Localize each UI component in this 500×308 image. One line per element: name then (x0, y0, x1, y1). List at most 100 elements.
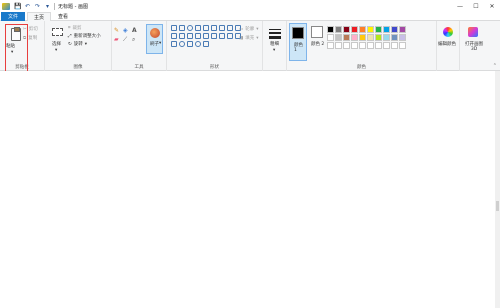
star5-shape-icon[interactable] (227, 33, 233, 39)
size-button[interactable]: 粗细 ▾ (265, 23, 285, 57)
chevron-down-icon: ▾ (159, 41, 162, 46)
palette-swatch[interactable] (343, 34, 350, 41)
palette-swatch[interactable] (359, 34, 366, 41)
palette-swatch[interactable] (391, 42, 398, 49)
palette-swatch[interactable] (327, 42, 334, 49)
polygon-shape-icon[interactable] (211, 25, 217, 31)
palette-swatch[interactable] (335, 34, 342, 41)
palette-swatch[interactable] (399, 26, 406, 33)
palette-swatch[interactable] (391, 26, 398, 33)
palette-swatch[interactable] (367, 26, 374, 33)
close-button[interactable]: ✕ (484, 0, 500, 12)
text-icon[interactable]: A (132, 27, 141, 36)
palette-swatch[interactable] (367, 34, 374, 41)
oval-shape-icon[interactable] (187, 25, 193, 31)
palette-swatch[interactable] (351, 42, 358, 49)
crop-button[interactable]: ⌗ 裁剪 (68, 25, 82, 31)
palette-swatch[interactable] (335, 42, 342, 49)
palette-swatch[interactable] (343, 26, 350, 33)
maximize-button[interactable]: ☐ (468, 0, 484, 12)
scrollbar-thumb[interactable] (496, 201, 499, 211)
customize-icon[interactable]: ▾ (44, 3, 51, 10)
triangle-shape-icon[interactable] (219, 25, 225, 31)
curve-shape-icon[interactable] (179, 25, 185, 31)
color1-button[interactable]: 颜色 1 (289, 23, 307, 61)
palette-swatch[interactable] (383, 34, 390, 41)
vertical-scrollbar[interactable] (495, 71, 500, 308)
palette-swatch[interactable] (351, 34, 358, 41)
undo-icon[interactable]: ↶ (24, 3, 31, 10)
palette-swatch[interactable] (327, 34, 334, 41)
tab-file[interactable]: 文件 (1, 12, 25, 21)
eraser-icon[interactable]: ▰ (114, 36, 123, 45)
brushes-button[interactable]: 刷子 ▾ (146, 24, 163, 54)
paint3d-button[interactable]: 打开画图 3D (462, 23, 485, 57)
crop-icon: ⌗ (68, 26, 71, 31)
palette-swatch[interactable] (375, 34, 382, 41)
drawing-canvas[interactable] (0, 71, 500, 308)
rotate-button[interactable]: ↻ 旋转 ▾ (68, 41, 87, 48)
collapse-ribbon-icon[interactable]: ⌃ (493, 63, 497, 69)
ribbon-tabs: 文件 主页 查看 (0, 12, 500, 22)
chevron-down-icon: ▾ (256, 26, 259, 32)
arrow-left-shape-icon[interactable] (195, 33, 201, 39)
callout-oval-shape-icon[interactable] (179, 41, 185, 47)
tab-view[interactable]: 查看 (51, 12, 75, 21)
resize-button[interactable]: ⤢ 重新调整大小 (68, 33, 101, 39)
rectangle-shape-icon[interactable] (195, 25, 201, 31)
palette-swatch[interactable] (391, 34, 398, 41)
palette-swatch[interactable] (359, 26, 366, 33)
magnifier-icon[interactable]: ⌕ (132, 36, 141, 45)
line-shape-icon[interactable] (171, 25, 177, 31)
pencil-icon[interactable]: ✎ (114, 27, 123, 36)
palette-swatch[interactable] (327, 26, 334, 33)
star4-shape-icon[interactable] (219, 33, 225, 39)
pentagon-shape-icon[interactable] (171, 33, 177, 39)
right-triangle-shape-icon[interactable] (227, 25, 233, 31)
fill-icon[interactable]: ◈ (123, 27, 132, 36)
palette-swatch[interactable] (375, 26, 382, 33)
paint-app-icon[interactable] (2, 2, 10, 10)
color-picker-icon[interactable]: ⟋ (123, 36, 132, 45)
select-label: 选择 (52, 42, 61, 47)
copy-label: 复制 (28, 36, 38, 41)
fill-button[interactable]: ◨ 填充 ▾ (239, 35, 259, 42)
redo-icon[interactable]: ↷ (34, 3, 41, 10)
callout-cloud-shape-icon[interactable] (187, 41, 193, 47)
paint3d-label: 打开画图 3D (465, 42, 483, 52)
edit-colors-group: 编辑颜色 (437, 21, 460, 71)
lightning-shape-icon[interactable] (203, 41, 209, 47)
palette-swatch[interactable] (399, 42, 406, 49)
palette-swatch[interactable] (375, 42, 382, 49)
window-title: 无标题 - 画图 (58, 3, 88, 10)
colors-group-label: 颜色 (357, 65, 366, 70)
edit-colors-label: 编辑颜色 (438, 42, 456, 47)
palette-swatch[interactable] (343, 42, 350, 49)
arrow-down-shape-icon[interactable] (211, 33, 217, 39)
select-button[interactable]: 选择 ▾ (47, 23, 67, 57)
callout-rect-shape-icon[interactable] (171, 41, 177, 47)
palette-swatch[interactable] (359, 42, 366, 49)
fill-bucket-icon: ◨ (239, 35, 244, 41)
color2-button[interactable]: 颜色 2 (308, 23, 326, 61)
outline-icon: ▭ (239, 26, 244, 32)
minimize-button[interactable]: — (452, 0, 468, 12)
hexagon-shape-icon[interactable] (179, 33, 185, 39)
palette-swatch[interactable] (367, 42, 374, 49)
palette-swatch[interactable] (351, 26, 358, 33)
brush-icon (150, 28, 160, 38)
palette-swatch[interactable] (383, 42, 390, 49)
edit-colors-button[interactable]: 编辑颜色 (437, 23, 460, 57)
save-icon[interactable]: 💾 (14, 3, 21, 10)
outline-button[interactable]: ▭ 轮廓 ▾ (239, 26, 259, 33)
tools-group: ✎ ◈ A ▰ ⟋ ⌕ 刷子 ▾ 工具 (112, 21, 167, 71)
ribbon: 粘贴 ▾ ✂ 剪切 ⧉ 复制 剪贴板 选择 ▾ ⌗ 裁剪 ⤢ 重新调整大小 ↻ … (0, 21, 500, 71)
rounded-rectangle-shape-icon[interactable] (203, 25, 209, 31)
palette-swatch[interactable] (335, 26, 342, 33)
arrow-up-shape-icon[interactable] (203, 33, 209, 39)
palette-swatch[interactable] (383, 26, 390, 33)
arrow-right-shape-icon[interactable] (187, 33, 193, 39)
palette-swatch[interactable] (399, 34, 406, 41)
cut-label: 剪切 (28, 27, 38, 32)
heart-shape-icon[interactable] (195, 41, 201, 47)
